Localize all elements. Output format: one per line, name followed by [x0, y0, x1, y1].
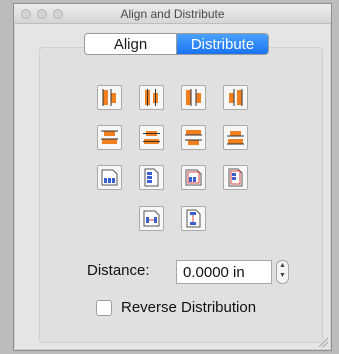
distribute-horizontal-space-button[interactable]: [181, 85, 206, 110]
tab-control: Align Distribute: [84, 33, 269, 55]
page-horizontal-icon: [101, 169, 118, 186]
align-distribute-window: Align and Distribute Align Distribute Di…: [13, 3, 332, 351]
page-margin-vertical-icon: [228, 168, 243, 187]
distribute-right-edges-button[interactable]: [223, 85, 248, 110]
stepper-up-icon[interactable]: ▲: [277, 261, 288, 271]
tab-align[interactable]: Align: [85, 34, 177, 54]
distribute-vertical-space-button[interactable]: [181, 125, 206, 150]
distribute-page-vertical-button[interactable]: [139, 165, 164, 190]
between-vertical-icon: [186, 209, 201, 228]
distribute-between-vertical-button[interactable]: [181, 206, 206, 231]
distribute-bottom-edges-button[interactable]: [223, 125, 248, 150]
distribute-top-edges-icon: [101, 130, 118, 144]
page-vertical-icon: [144, 168, 159, 187]
distribute-horizontal-centers-button[interactable]: [139, 85, 164, 110]
distribute-bottom-edges-icon: [227, 131, 244, 145]
window-title: Align and Distribute: [120, 7, 225, 21]
distribute-vertical-centers-icon: [143, 131, 160, 144]
distribute-horizontal-centers-icon: [145, 89, 158, 106]
distance-stepper[interactable]: ▲ ▼: [276, 260, 289, 284]
distribute-left-edges-button[interactable]: [97, 85, 122, 110]
between-horizontal-icon: [143, 210, 160, 227]
distribute-right-edges-icon: [229, 89, 243, 106]
distribute-vertical-space-icon: [185, 130, 202, 145]
resize-grip-icon[interactable]: [318, 337, 328, 347]
distribute-left-edges-icon: [102, 89, 116, 106]
distribute-page-margin-horizontal-button[interactable]: [181, 165, 206, 190]
distribute-page-horizontal-button[interactable]: [97, 165, 122, 190]
stepper-down-icon[interactable]: ▼: [277, 271, 288, 281]
page-margin-horizontal-icon: [185, 169, 202, 186]
distribute-between-horizontal-button[interactable]: [139, 206, 164, 231]
reverse-distribution-checkbox[interactable]: [96, 300, 112, 316]
distribute-top-edges-button[interactable]: [97, 125, 122, 150]
distance-label: Distance:: [87, 262, 150, 279]
distribute-vertical-centers-button[interactable]: [139, 125, 164, 150]
tab-distribute[interactable]: Distribute: [177, 34, 268, 54]
reverse-distribution-label: Reverse Distribution: [121, 299, 257, 316]
distribute-horizontal-space-icon: [186, 89, 201, 106]
distance-input[interactable]: [176, 260, 272, 284]
distribute-page-margin-vertical-button[interactable]: [223, 165, 248, 190]
title-bar[interactable]: Align and Distribute: [14, 4, 331, 24]
